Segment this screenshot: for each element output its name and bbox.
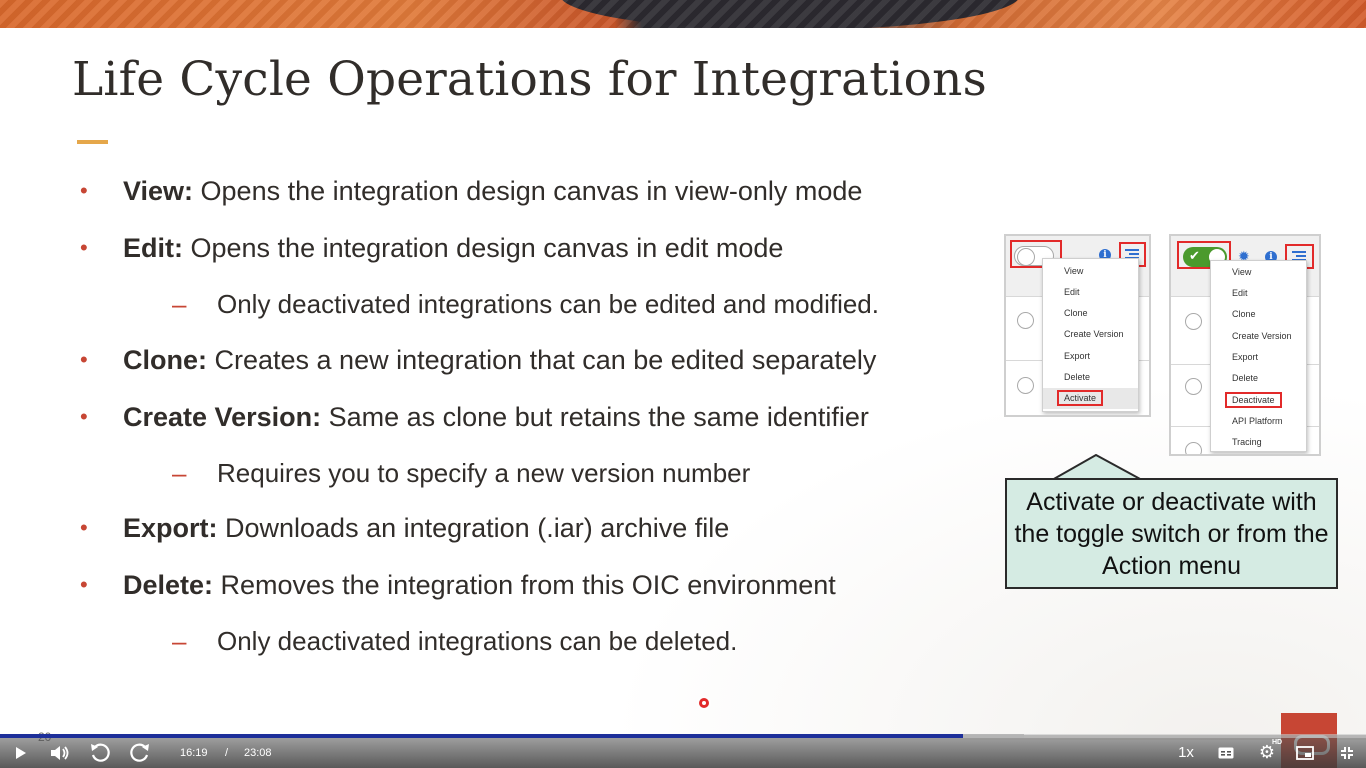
menu-item-edit[interactable]: Edit [1043,282,1138,303]
sub-dash: – [172,289,187,319]
picture-in-picture-icon [1296,746,1314,760]
fullscreen-button[interactable] [1334,740,1360,766]
row-radio[interactable] [1185,313,1202,330]
captions-button[interactable] [1214,740,1238,766]
row-radio[interactable] [1185,378,1202,395]
rewind-button[interactable] [86,740,114,766]
bullet-dot: • [80,572,88,597]
bullet-text: Removes the integration from this OIC en… [213,570,836,600]
menu-item-clone[interactable]: Clone [1043,303,1138,324]
sub-text: Only deactivated integrations can be edi… [217,289,879,319]
menu-item-deactivate[interactable]: Deactivate [1211,390,1306,411]
captions-icon [1218,747,1234,759]
bullet-dot: • [80,178,88,203]
settings-button[interactable]: ⚙ HD [1252,739,1283,766]
fullscreen-exit-icon [1341,747,1353,759]
bullet-text: Creates a new integration that can be ed… [207,345,877,375]
banner-artwork [560,0,1020,28]
menu-item-activate[interactable]: Activate [1043,388,1138,409]
title-underline [77,140,108,144]
bullet-term: Create Version: [123,402,322,432]
picture-in-picture-button[interactable] [1292,740,1318,766]
bullet-dot: • [80,404,88,429]
time-separator: / [225,747,229,759]
row-radio[interactable] [1185,442,1202,454]
duration: 23:08 [244,747,272,759]
hd-badge: HD [1272,739,1283,746]
forward-button[interactable] [126,740,154,766]
buffer-bar [963,734,1024,738]
progress-bar[interactable] [0,734,1366,738]
sub-text: Requires you to specify a new version nu… [217,458,751,488]
menu-item-delete[interactable]: Delete [1043,367,1138,388]
menu-item-create-version[interactable]: Create Version [1043,324,1138,345]
menu-item-tracing[interactable]: Tracing [1211,432,1306,453]
pointer-indicator [699,698,709,708]
bullet-term: Export: [123,513,218,543]
callout-box: Activate or deactivate with the toggle s… [1005,478,1338,589]
bullet-text: Downloads an integration (.iar) archive … [217,513,730,543]
bullet-text: Same as clone but retains the same ident… [321,402,869,432]
header-banner [0,0,1366,28]
current-time: 16:19 [180,747,208,759]
volume-icon [51,746,69,760]
menu-item-api-platform[interactable]: API Platform [1211,411,1306,432]
bullet-text: Opens the integration design canvas in v… [193,176,863,206]
screenshot-deactivate: ✔ ✹ i View Edit Clone Create Version Exp… [1169,234,1321,456]
playback-speed-button[interactable]: 1x [1172,740,1200,766]
bullet-term: View: [123,176,194,206]
rewind-icon [91,743,110,762]
play-button[interactable] [8,740,32,766]
action-menu: View Edit Clone Create Version Export De… [1210,260,1307,452]
bullet-term: Delete: [123,570,214,600]
row-radio[interactable] [1017,377,1034,394]
menu-item-clone[interactable]: Clone [1211,304,1306,325]
bullet-text: Opens the integration design canvas in e… [183,233,784,263]
action-menu: View Edit Clone Create Version Export De… [1042,258,1139,412]
menu-item-view[interactable]: View [1211,262,1306,283]
menu-item-export[interactable]: Export [1043,346,1138,367]
menu-item-create-version[interactable]: Create Version [1211,326,1306,347]
bullet-term: Clone: [123,345,207,375]
bullet-dot: • [80,515,88,540]
sub-dash: – [172,626,187,656]
sub-dash: – [172,458,187,488]
volume-button[interactable] [46,740,74,766]
menu-item-edit[interactable]: Edit [1211,283,1306,304]
slide-title: Life Cycle Operations for Integrations [72,52,987,107]
callout-pointer [1052,454,1142,481]
sub-text: Only deactivated integrations can be del… [217,626,738,656]
menu-item-export[interactable]: Export [1211,347,1306,368]
progress-fill [0,734,963,738]
forward-icon [130,743,149,762]
play-icon [16,747,26,759]
callout-text: Activate or deactivate with the toggle s… [1014,488,1329,580]
bullet-term: Edit: [123,233,183,263]
menu-item-view[interactable]: View [1043,261,1138,282]
row-radio[interactable] [1017,312,1034,329]
screenshot-activate: i View Edit Clone Create Version Export … [1004,234,1151,417]
menu-item-delete[interactable]: Delete [1211,368,1306,389]
bullet-dot: • [80,347,88,372]
bullet-dot: • [80,235,88,260]
